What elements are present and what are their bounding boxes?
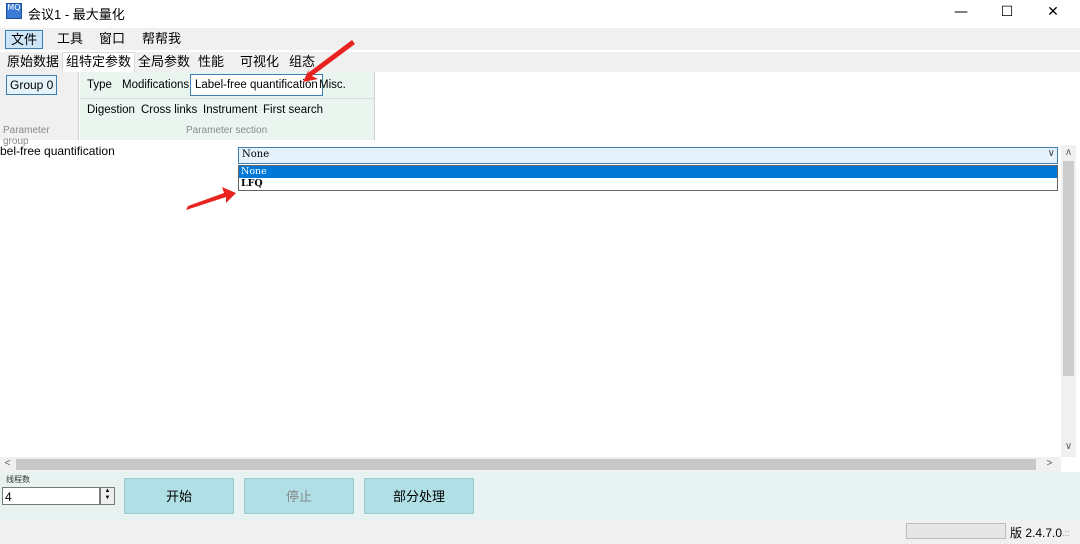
section-label-free-quantification[interactable]: Label-free quantification	[190, 74, 323, 96]
section-digestion[interactable]: Digestion	[83, 99, 139, 121]
horizontal-scroll-thumb[interactable]	[16, 459, 1036, 470]
stop-button[interactable]: 停止	[244, 478, 354, 514]
menu-bar: 文件 工具 窗口 帮帮我	[0, 28, 1080, 50]
dropdown-option-none[interactable]: None	[239, 166, 1057, 178]
tab-performance[interactable]: 性能	[195, 53, 227, 71]
menu-file[interactable]: 文件	[5, 30, 44, 49]
arrow-to-dropdown	[186, 187, 236, 210]
app-icon: MQ	[6, 3, 22, 19]
partial-processing-button[interactable]: 部分处理	[364, 478, 474, 514]
parameter-group-panel: Group 0 Parameter group	[0, 72, 79, 147]
parameter-strip: Group 0 Parameter group Type Modificatio…	[0, 72, 1080, 147]
threads-spinner[interactable]: ▲ ▼	[100, 487, 115, 505]
lfq-dropdown-list: None LFQ	[238, 165, 1058, 191]
progress-bar	[906, 523, 1006, 539]
section-misc[interactable]: Misc.	[315, 74, 350, 96]
window-title: 会议1 - 最大量化	[28, 7, 125, 22]
menu-window[interactable]: 窗口	[94, 30, 130, 48]
lfq-combobox[interactable]: None ∨	[238, 147, 1058, 164]
lfq-combobox-value: None	[242, 149, 270, 160]
section-modifications[interactable]: Modifications	[118, 74, 193, 96]
scroll-left-icon[interactable]: <	[0, 458, 15, 469]
section-instrument[interactable]: Instrument	[199, 99, 261, 121]
dropdown-option-lfq[interactable]: LFQ	[239, 178, 1057, 190]
close-button[interactable]: ✕	[1030, 0, 1076, 24]
chevron-down-icon[interactable]: ∨	[1048, 148, 1055, 159]
section-type[interactable]: Type	[83, 74, 116, 96]
version-label: 版 2.4.7.0	[1010, 526, 1063, 540]
title-bar: MQ 会议1 - 最大量化 — ☐ ✕	[0, 0, 1080, 24]
section-first-search[interactable]: First search	[259, 99, 327, 121]
lfq-field-label: bel-free quantification	[0, 144, 115, 158]
group-0-button[interactable]: Group 0	[6, 75, 58, 95]
tab-global-params[interactable]: 全局参数	[135, 53, 193, 71]
vertical-scrollbar[interactable]: ∧ ∨	[1061, 145, 1076, 457]
minimize-button[interactable]: —	[938, 0, 984, 24]
parameter-section-label: Parameter section	[186, 125, 268, 136]
threads-label: 线程数	[6, 475, 30, 484]
threads-input[interactable]: 4	[2, 487, 100, 505]
menu-help[interactable]: 帮帮我	[137, 30, 186, 48]
scroll-down-icon[interactable]: ∨	[1061, 441, 1076, 452]
menu-tools[interactable]: 工具	[52, 30, 88, 48]
parameter-section-panel: Type Modifications Label-free quantifica…	[80, 72, 375, 140]
start-button[interactable]: 开始	[124, 478, 234, 514]
spin-up-icon[interactable]: ▲	[101, 488, 114, 495]
section-cross-links[interactable]: Cross links	[137, 99, 201, 121]
tab-visualization[interactable]: 可视化	[237, 53, 282, 71]
vertical-scroll-thumb[interactable]	[1063, 161, 1074, 376]
spin-down-icon[interactable]: ▼	[101, 495, 114, 502]
bottom-panel: 线程数 4 ▲ ▼ 开始 停止 部分处理	[0, 472, 1080, 520]
main-tabs: 原始数据 组特定参数 全局参数 性能 可视化 组态	[0, 52, 1080, 73]
tab-configuration[interactable]: 组态	[286, 53, 318, 71]
scroll-right-icon[interactable]: >	[1042, 458, 1057, 469]
tab-group-specific[interactable]: 组特定参数	[62, 52, 136, 73]
tab-raw-data[interactable]: 原始数据	[4, 53, 62, 71]
maximize-button[interactable]: ☐	[984, 0, 1030, 24]
resize-grip-icon[interactable]: .::	[1062, 528, 1070, 538]
scroll-up-icon[interactable]: ∧	[1061, 147, 1076, 158]
status-bar: 版 2.4.7.0 .::	[0, 520, 1080, 544]
horizontal-scrollbar[interactable]: < >	[0, 457, 1061, 472]
